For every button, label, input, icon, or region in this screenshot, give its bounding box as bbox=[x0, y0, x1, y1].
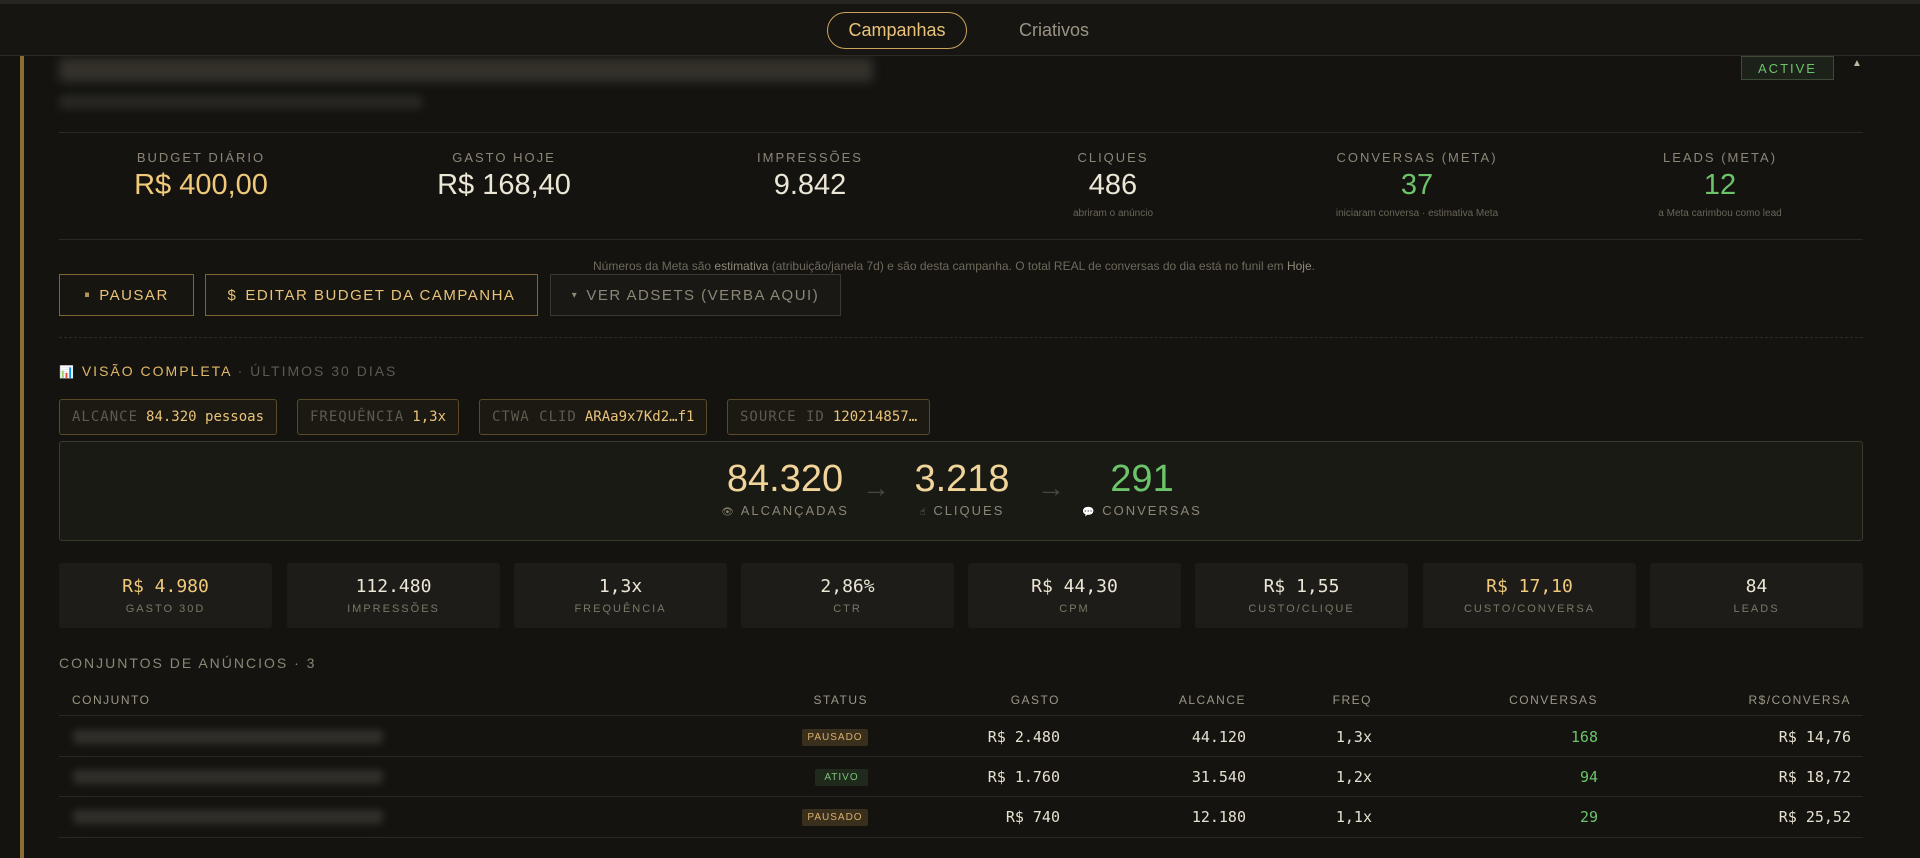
kpi-sub: abriram o anúncio bbox=[1072, 208, 1154, 219]
metric-impressions: 112.480 IMPRESSÕES bbox=[287, 563, 500, 628]
top-nav: Campanhas Criativos bbox=[0, 0, 1920, 56]
dashed-divider bbox=[59, 337, 1863, 338]
table-row-divider bbox=[59, 756, 1863, 757]
chevron-down-icon: ▾ bbox=[571, 289, 579, 301]
table-row-divider bbox=[59, 796, 1863, 797]
tab-criativos[interactable]: Criativos bbox=[984, 12, 1124, 49]
arrow-right-icon: → bbox=[862, 472, 890, 503]
metric-spend-30d: R$ 4.980 GASTO 30D bbox=[59, 563, 272, 628]
campaign-accent-bar bbox=[20, 56, 24, 858]
cell-freq: 1,1x bbox=[1335, 808, 1372, 826]
kpi-sub: iniciaram conversa · estimativa Meta bbox=[1335, 208, 1499, 219]
cell-reach: 31.540 bbox=[1191, 768, 1246, 786]
divider bbox=[59, 239, 1863, 240]
kpi-value: 12 bbox=[1703, 169, 1737, 201]
kpi-leads: LEADS (META) 12 a Meta carimbou como lea… bbox=[1590, 150, 1850, 219]
cell-conversations: 29 bbox=[1579, 808, 1598, 826]
chat-icon: 💬 bbox=[1082, 507, 1097, 518]
status-pill: PAUSADO bbox=[802, 729, 868, 746]
metric-frequency: 1,3x FREQUÊNCIA bbox=[514, 563, 727, 628]
kpi-label: LEADS (META) bbox=[1662, 150, 1778, 165]
dollar-icon: $ bbox=[227, 286, 238, 304]
eye-icon: 👁 bbox=[721, 507, 736, 518]
tab-campanhas[interactable]: Campanhas bbox=[827, 12, 967, 49]
kpi-label: CONVERSAS (META) bbox=[1336, 150, 1498, 165]
funnel-conversations: 291 💬 CONVERSAS bbox=[1082, 458, 1202, 518]
kpi-value: 486 bbox=[1088, 169, 1138, 201]
cell-spend: R$ 1.760 bbox=[987, 768, 1060, 786]
col-alcance: ALCANCE bbox=[1178, 693, 1246, 707]
cell-conversations: 168 bbox=[1570, 728, 1598, 746]
status-pill: ATIVO bbox=[815, 769, 868, 786]
campaign-id-redacted bbox=[59, 95, 422, 109]
collapse-icon[interactable]: ▲ bbox=[1852, 58, 1862, 69]
adsets-title: CONJUNTOS DE ANÚNCIOS · 3 bbox=[59, 655, 317, 671]
kpi-sub: a Meta carimbou como lead bbox=[1658, 208, 1782, 219]
cell-cost-per-conv: R$ 14,76 bbox=[1778, 728, 1851, 746]
adset-name-redacted bbox=[73, 770, 383, 784]
chip-frequency: FREQUÊNCIA 1,3x bbox=[297, 399, 460, 435]
kpi-label: GASTO HOJE bbox=[452, 150, 556, 165]
pause-label: PAUSAR bbox=[99, 286, 169, 304]
col-gasto: GASTO bbox=[1010, 693, 1060, 707]
campaign-name-redacted bbox=[59, 58, 873, 82]
kpi-clicks: CLIQUES 486 abriram o anúncio bbox=[983, 150, 1243, 219]
meta-disclaimer: Números da Meta são estimativa (atribuiç… bbox=[593, 259, 1315, 273]
view-adsets-label: VER ADSETS (VERBA AQUI) bbox=[586, 286, 820, 304]
kpi-budget: BUDGET DIÁRIO R$ 400,00 bbox=[71, 150, 331, 202]
col-status: STATUS bbox=[813, 693, 868, 707]
funnel-clicks: 3.218 ☝ CLIQUES bbox=[914, 458, 1010, 518]
col-freq: FREQ bbox=[1332, 693, 1372, 707]
kpi-label: IMPRESSÕES bbox=[757, 150, 863, 165]
kpi-value: R$ 168,40 bbox=[437, 169, 571, 201]
kpi-conversations: CONVERSAS (META) 37 iniciaram conversa ·… bbox=[1287, 150, 1547, 219]
metric-cpm: R$ 44,30 CPM bbox=[968, 563, 1181, 628]
kpi-impressions: IMPRESSÕES 9.842 bbox=[680, 150, 940, 202]
divider bbox=[59, 132, 1863, 133]
cell-freq: 1,3x bbox=[1335, 728, 1372, 746]
cell-cost-per-conv: R$ 25,52 bbox=[1778, 808, 1851, 826]
metric-cost-per-conversation: R$ 17,10 CUSTO/CONVERSA bbox=[1423, 563, 1636, 628]
kpi-spend-today: GASTO HOJE R$ 168,40 bbox=[374, 150, 634, 202]
arrow-right-icon: → bbox=[1037, 472, 1065, 503]
status-pill: PAUSADO bbox=[802, 809, 868, 826]
edit-budget-button[interactable]: $ EDITAR BUDGET DA CAMPANHA bbox=[205, 274, 538, 316]
cell-cost-per-conv: R$ 18,72 bbox=[1778, 768, 1851, 786]
metric-leads: 84 LEADS bbox=[1650, 563, 1863, 628]
kpi-value: 9.842 bbox=[773, 169, 847, 201]
funnel-reach: 84.320 👁 ALCANÇADAS bbox=[721, 458, 849, 518]
col-cost-per-conversa: R$/CONVERSA bbox=[1748, 693, 1851, 707]
col-conversas: CONVERSAS bbox=[1509, 693, 1598, 707]
chip-reach: ALCANCE 84.320 pessoas bbox=[59, 399, 278, 435]
cell-freq: 1,2x bbox=[1335, 768, 1372, 786]
adset-name-redacted bbox=[73, 810, 383, 824]
metric-cost-per-click: R$ 1,55 CUSTO/CLIQUE bbox=[1195, 563, 1408, 628]
kpi-value: R$ 400,00 bbox=[134, 169, 268, 201]
cell-reach: 12.180 bbox=[1191, 808, 1246, 826]
table-divider bbox=[59, 715, 1863, 716]
adset-name-redacted bbox=[73, 730, 383, 744]
cell-conversations: 94 bbox=[1579, 768, 1598, 786]
cell-spend: R$ 2.480 bbox=[987, 728, 1060, 746]
pause-button[interactable]: ⏸ PAUSAR bbox=[59, 274, 194, 316]
kpi-value: 37 bbox=[1400, 169, 1434, 201]
cell-reach: 44.120 bbox=[1191, 728, 1246, 746]
table-row-divider bbox=[59, 837, 1863, 838]
col-conjunto: CONJUNTO bbox=[72, 693, 151, 707]
bar-chart-icon: 📊 bbox=[59, 365, 76, 379]
edit-budget-label: EDITAR BUDGET DA CAMPANHA bbox=[245, 286, 516, 304]
status-badge: ACTIVE bbox=[1741, 56, 1834, 80]
pause-icon: ⏸ bbox=[84, 288, 92, 301]
cell-spend: R$ 740 bbox=[1005, 808, 1060, 826]
metric-ctr: 2,86% CTR bbox=[741, 563, 954, 628]
chip-source-id: SOURCE ID 120214857… bbox=[727, 399, 931, 435]
chip-ctwa-clid: CTWA CLID ARAa9x7Kd2…f1 bbox=[479, 399, 708, 435]
pointer-icon: ☝ bbox=[919, 507, 928, 518]
overview-title: 📊 VISÃO COMPLETA · ÚLTIMOS 30 DIAS bbox=[59, 363, 398, 379]
view-adsets-button[interactable]: ▾ VER ADSETS (VERBA AQUI) bbox=[550, 274, 841, 316]
kpi-label: CLIQUES bbox=[1077, 150, 1149, 165]
kpi-label: BUDGET DIÁRIO bbox=[136, 150, 266, 165]
